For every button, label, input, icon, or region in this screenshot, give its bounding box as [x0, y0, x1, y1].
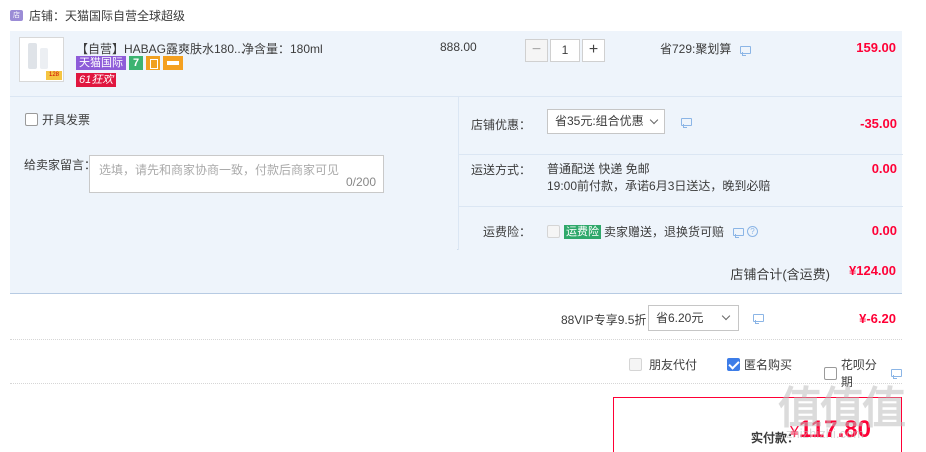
- coupon-value: -35.00: [860, 116, 897, 131]
- insurance-checkbox: [547, 225, 560, 238]
- product-thumbnail[interactable]: 128: [19, 37, 64, 82]
- shipping-line-1: 普通配送 快递 免邮: [547, 162, 650, 176]
- insurance-label: 运费险：: [482, 225, 531, 239]
- vip-select[interactable]: 省6.20元: [648, 305, 739, 331]
- friend-pay-label: 朋友代付: [649, 358, 698, 372]
- insurance-badge: 运费险: [564, 224, 601, 239]
- qty-minus-button[interactable]: −: [525, 39, 548, 62]
- juhuasuan-saving: 省729:聚划算: [660, 40, 751, 57]
- invoice-checkbox[interactable]: [25, 113, 38, 126]
- chat-icon[interactable]: [753, 314, 764, 324]
- gift-icon: [146, 56, 160, 70]
- chevron-down-icon: [649, 115, 659, 125]
- insurance-info: 运费险 卖家赠送，退换货可赔 ?: [547, 223, 759, 240]
- order-options: 开具发票 给卖家留言： 选填，请先和商家协商一致，付款后商家可见 0/200 店…: [10, 97, 903, 250]
- anonymous-checkbox[interactable]: [727, 358, 740, 371]
- cart-item-row: 128 【自营】HABAG露爽肤水180... 净含量：180ml 天猫国际 7…: [10, 31, 902, 97]
- options-right: 店铺优惠： 省35元:组合优惠 -35.00 运送方式： 0.00 普通配送 快…: [458, 97, 903, 250]
- shipping-value: 0.00: [871, 161, 897, 176]
- product-badges: 天猫国际 7: [76, 56, 183, 70]
- invoice-label: 开具发票: [42, 113, 91, 127]
- item-subtotal: 159.00: [856, 40, 896, 55]
- chat-icon[interactable]: [681, 118, 692, 128]
- message-placeholder: 选填，请先和商家协商一致，付款后商家可见: [99, 163, 340, 177]
- bottle-image: [28, 43, 37, 69]
- product-title[interactable]: 【自营】HABAG露爽肤水180...: [76, 40, 244, 57]
- chat-icon[interactable]: [733, 227, 745, 238]
- store-total-label: 店铺合计(含运费): [730, 267, 830, 282]
- message-textarea[interactable]: 选填，请先和商家协商一致，付款后商家可见 0/200: [89, 155, 384, 193]
- message-label: 给卖家留言：: [24, 158, 97, 172]
- invoice-option[interactable]: 开具发票: [25, 111, 90, 128]
- anonymous-label: 匿名购买: [744, 358, 793, 372]
- product-spec: 净含量：180ml: [242, 42, 323, 56]
- store-total-amount: ¥124.00: [849, 263, 896, 278]
- shop-icon: 店: [10, 9, 23, 21]
- message-char-count: 0/200: [345, 175, 376, 189]
- tmall-intl-badge: 天猫国际: [76, 56, 126, 70]
- seven-day-return-icon: 7: [129, 56, 143, 70]
- anonymous-option[interactable]: 匿名购买: [727, 356, 792, 373]
- price-tag-icon: 128: [46, 71, 62, 80]
- shipping-line-2: 19:00前付款，承诺6月3日送达，晚到必赔: [547, 179, 771, 193]
- bottle-image-secondary: [40, 48, 48, 69]
- quantity-input[interactable]: 1: [550, 39, 580, 62]
- coupon-row: 店铺优惠： 省35元:组合优惠 -35.00: [459, 97, 903, 155]
- payment-extras-row: 朋友代付 匿名购买 花呗分期: [10, 340, 902, 389]
- friend-pay-checkbox[interactable]: [629, 358, 642, 371]
- saving-text: 省729:聚划算: [660, 42, 732, 56]
- unit-price: 888.00: [440, 40, 477, 54]
- promo-618-badge: 61狂欢: [76, 73, 117, 87]
- shipping-method: 普通配送 快递 免邮 19:00前付款，承诺6月3日送达，晚到必赔: [547, 161, 770, 195]
- chevron-down-icon: [721, 311, 731, 321]
- qty-plus-button[interactable]: +: [582, 39, 605, 62]
- insurance-text: 卖家赠送，退换货可赔: [604, 225, 725, 239]
- coupon-label: 店铺优惠：: [470, 118, 531, 132]
- vip-discount-row: 88VIP专享9.5折 省6.20元 ¥-6.20: [10, 296, 902, 340]
- insurance-value: 0.00: [871, 223, 897, 238]
- vip-selected: 省6.20元: [656, 311, 704, 325]
- shop-name[interactable]: 店铺：天猫国际自营全球超级: [29, 7, 185, 24]
- site-watermark-url: zhizhizhi.com: [786, 426, 865, 441]
- coupon-selected: 省35元:组合优惠: [555, 114, 644, 128]
- help-icon[interactable]: ?: [747, 226, 759, 237]
- vip-label: 88VIP专享9.5折: [561, 313, 647, 327]
- shop-header: 店 店铺：天猫国际自营全球超级: [10, 6, 185, 24]
- shipping-label: 运送方式：: [470, 163, 531, 177]
- vip-value: ¥-6.20: [859, 311, 896, 326]
- options-left: 开具发票 给卖家留言： 选填，请先和商家协商一致，付款后商家可见 0/200: [10, 97, 457, 250]
- friend-pay-option[interactable]: 朋友代付: [629, 356, 697, 373]
- coupon-select[interactable]: 省35元:组合优惠: [547, 109, 665, 134]
- credit-card-icon: [163, 56, 183, 70]
- chat-icon[interactable]: [739, 45, 751, 56]
- store-total-row: 店铺合计(含运费) ¥124.00: [10, 250, 902, 294]
- quantity-stepper: − 1 +: [525, 39, 605, 62]
